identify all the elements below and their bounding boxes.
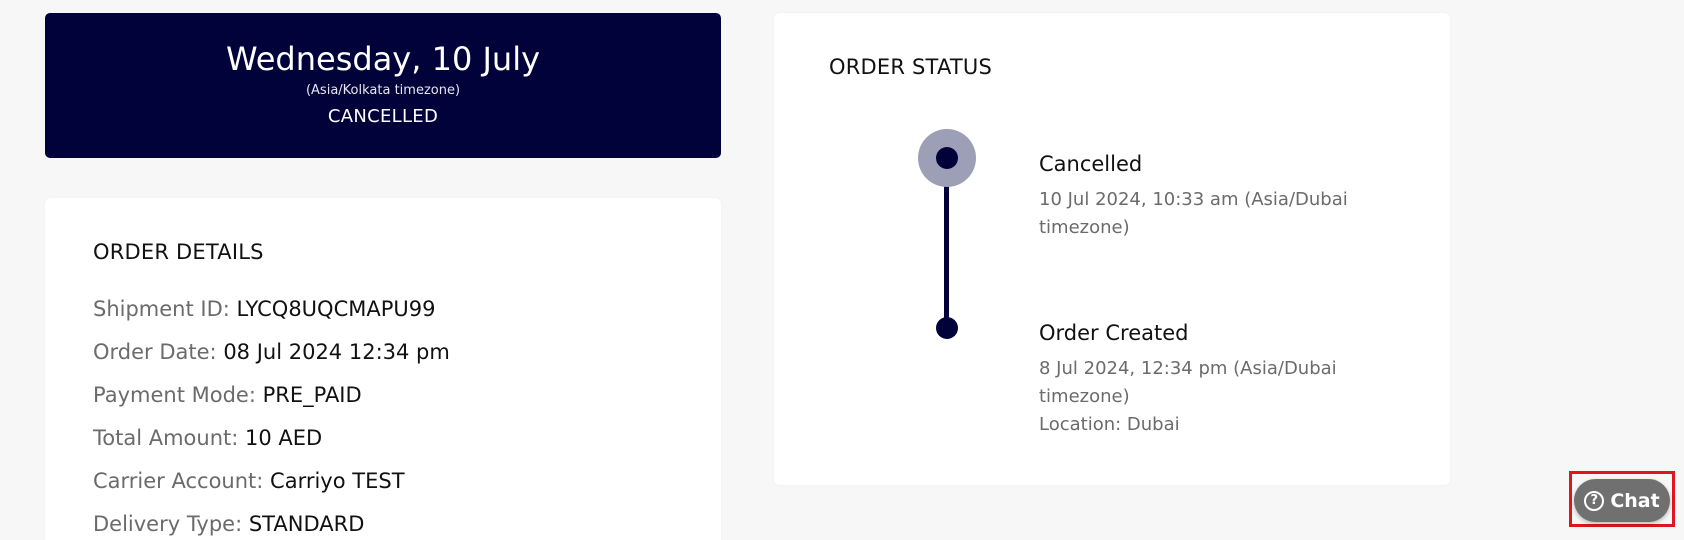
- detail-label: Delivery Type:: [93, 512, 243, 536]
- order-details-card: ORDER DETAILS Shipment ID: LYCQ8UQCMAPU9…: [45, 198, 721, 540]
- detail-label: Shipment ID:: [93, 297, 230, 321]
- chat-label: Chat: [1610, 489, 1660, 512]
- help-circle-icon: ?: [1584, 490, 1605, 511]
- order-status-title: ORDER STATUS: [829, 55, 993, 79]
- detail-row-total-amount: Total Amount: 10 AED: [93, 425, 450, 468]
- event-title: Cancelled: [1039, 152, 1143, 176]
- event-title: Order Created: [1039, 321, 1189, 345]
- detail-value: 10 AED: [245, 426, 323, 450]
- event-location: Location: Dubai: [1039, 414, 1180, 435]
- banner-date: Wednesday, 10 July: [225, 40, 541, 78]
- detail-value: PRE_PAID: [262, 383, 362, 407]
- timeline-event-cancelled: Cancelled 10 Jul 2024, 10:33 am (Asia/Du…: [1039, 150, 1369, 242]
- detail-label: Order Date:: [93, 340, 217, 364]
- timeline-dot-created: [936, 317, 958, 339]
- banner-timezone: (Asia/Kolkata timezone): [305, 83, 461, 98]
- detail-label: Carrier Account:: [93, 469, 264, 493]
- chat-button[interactable]: ? Chat: [1574, 479, 1670, 522]
- detail-value: Carriyo TEST: [270, 469, 405, 493]
- detail-value: LYCQ8UQCMAPU99: [236, 297, 436, 321]
- detail-row-payment-mode: Payment Mode: PRE_PAID: [93, 382, 450, 425]
- order-details-list: Shipment ID: LYCQ8UQCMAPU99 Order Date: …: [93, 296, 450, 540]
- event-time: 8 Jul 2024, 12:34 pm (Asia/Dubai timezon…: [1039, 358, 1337, 407]
- event-time: 10 Jul 2024, 10:33 am (Asia/Dubai timezo…: [1039, 189, 1348, 238]
- detail-label: Total Amount:: [93, 426, 239, 450]
- detail-row-shipment-id: Shipment ID: LYCQ8UQCMAPU99: [93, 296, 450, 339]
- detail-value: 08 Jul 2024 12:34 pm: [223, 340, 450, 364]
- detail-label: Payment Mode:: [93, 383, 256, 407]
- detail-value: STANDARD: [248, 512, 365, 536]
- timeline-dot-cancelled: [936, 147, 958, 169]
- timeline-event-order-created: Order Created 8 Jul 2024, 12:34 pm (Asia…: [1039, 319, 1369, 439]
- order-status-card: ORDER STATUS Cancelled 10 Jul 2024, 10:3…: [774, 13, 1450, 485]
- order-tracking-page: Wednesday, 10 July (Asia/Kolkata timezon…: [0, 0, 1684, 540]
- banner-status: CANCELLED: [327, 106, 439, 127]
- order-details-title: ORDER DETAILS: [93, 240, 264, 264]
- detail-row-carrier-account: Carrier Account: Carriyo TEST: [93, 468, 450, 511]
- detail-row-order-date: Order Date: 08 Jul 2024 12:34 pm: [93, 339, 450, 382]
- detail-row-delivery-type: Delivery Type: STANDARD: [93, 511, 450, 540]
- date-banner: Wednesday, 10 July (Asia/Kolkata timezon…: [45, 13, 721, 158]
